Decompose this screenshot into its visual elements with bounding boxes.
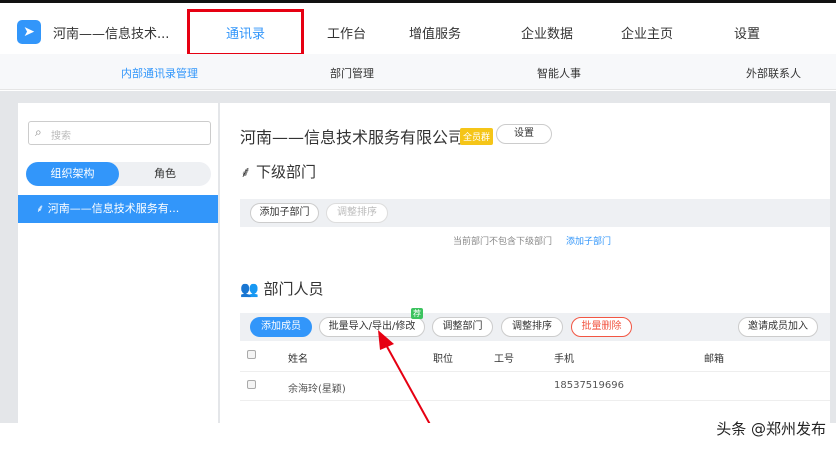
people-icon: 👥 — [240, 280, 264, 298]
subnav-smart-hr[interactable]: 智能人事 — [537, 65, 581, 81]
all-staff-group-badge: 全员群 — [460, 128, 494, 145]
tree-item-company[interactable]: ⸙ 河南——信息技术服务有... — [18, 195, 218, 223]
subnav-internal-contacts[interactable]: 内部通讯录管理 — [121, 65, 198, 81]
top-header: ➤ 河南——信息技术... 通讯录 工作台 增值服务 企业数据 企业主页 设置 — [0, 6, 836, 55]
nav-settings[interactable]: 设置 — [734, 23, 760, 42]
divider — [240, 371, 830, 372]
watermark: 头条 @郑州发布 — [716, 420, 826, 438]
company-title: 河南——信息技术服务有限公司 — [240, 128, 465, 147]
main-panel: 河南——信息技术服务有限公司 全员群 设置 ⸙ 下级部门 添加子部门 调整排序 … — [220, 103, 830, 423]
sub-dept-heading: ⸙ 下级部门 — [240, 163, 317, 181]
org-tree-icon: ⸙ — [36, 202, 48, 215]
tree-item-label: 河南——信息技术服务有... — [47, 202, 180, 215]
adjust-order-button[interactable]: 调整排序 — [501, 317, 563, 337]
member-phone: 18537519696 — [554, 380, 624, 391]
add-member-button[interactable]: 添加成员 — [250, 317, 312, 337]
footer — [0, 423, 836, 455]
adjust-dept-button[interactable]: 调整部门 — [432, 317, 493, 337]
search-input[interactable]: ⌕ 搜索 — [28, 121, 211, 145]
invite-members-button[interactable]: 邀请成员加入 — [738, 317, 818, 337]
batch-delete-button[interactable]: 批量删除 — [571, 317, 632, 337]
col-employee-id: 工号 — [494, 354, 514, 365]
select-all-checkbox[interactable] — [247, 350, 256, 359]
settings-button[interactable]: 设置 — [496, 124, 552, 144]
search-placeholder: 搜索 — [51, 131, 71, 142]
divider — [240, 400, 830, 401]
search-icon: ⌕ — [35, 125, 42, 139]
add-sub-dept-button[interactable]: 添加子部门 — [250, 203, 319, 223]
add-sub-dept-link[interactable]: 添加子部门 — [566, 234, 611, 247]
sidebar: ⌕ 搜索 组织架构 角色 ⸙ 河南——信息技术服务有... — [18, 103, 218, 423]
col-email: 邮箱 — [704, 354, 724, 365]
col-phone: 手机 — [554, 354, 574, 365]
row-checkbox[interactable] — [247, 380, 256, 389]
nav-value-services[interactable]: 增值服务 — [409, 23, 461, 42]
nav-workbench[interactable]: 工作台 — [327, 23, 366, 42]
tab-org-structure[interactable]: 组织架构 — [26, 162, 119, 186]
sub-nav: 内部通讯录管理 部门管理 智能人事 外部联系人 — [0, 54, 836, 90]
highlight-annotation — [187, 9, 304, 56]
subnav-external-contacts[interactable]: 外部联系人 — [746, 65, 801, 81]
dingtalk-logo-icon: ➤ — [17, 20, 41, 44]
members-heading: 👥 部门人员 — [240, 280, 324, 298]
org-tree-icon: ⸙ — [240, 163, 257, 181]
red-arrow-annotation — [378, 330, 433, 429]
org-name[interactable]: 河南——信息技术... — [53, 23, 169, 42]
subnav-dept-management[interactable]: 部门管理 — [330, 65, 374, 81]
empty-note: 当前部门不包含下级部门 — [453, 237, 553, 247]
recommend-badge: 荐 — [411, 308, 423, 319]
sidebar-tabs: 组织架构 角色 — [26, 162, 211, 186]
tab-roles[interactable]: 角色 — [119, 162, 211, 186]
nav-enterprise-home[interactable]: 企业主页 — [621, 23, 673, 42]
member-name[interactable]: 余海玲(星颖) — [288, 380, 346, 395]
nav-enterprise-data[interactable]: 企业数据 — [521, 23, 573, 42]
col-name: 姓名 — [288, 354, 308, 365]
reorder-dept-button[interactable]: 调整排序 — [326, 203, 388, 223]
